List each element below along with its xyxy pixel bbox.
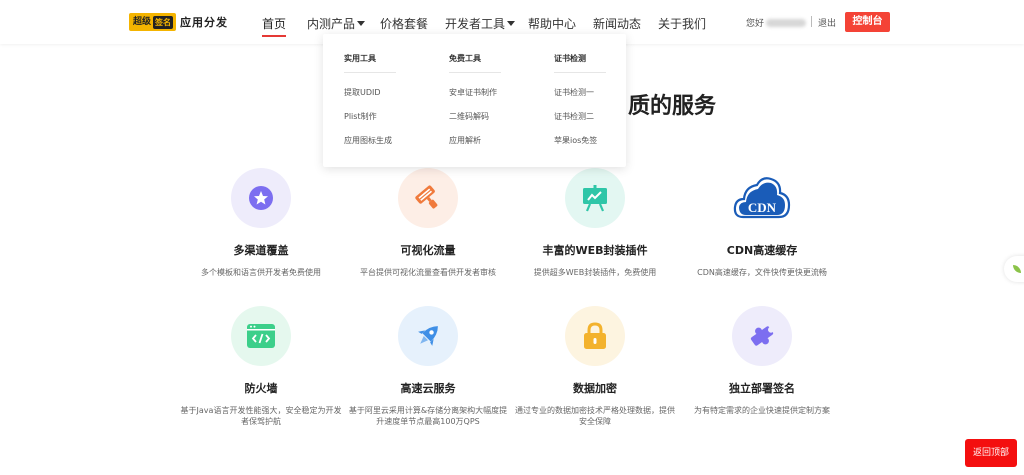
feature-card: CDN CDN高速缓存 CDN高速缓存，文件快传更快更流畅 — [677, 168, 847, 278]
nav-about[interactable]: 关于我们 — [658, 15, 706, 32]
dropdown-link-android-cert[interactable]: 安卓证书制作 — [449, 87, 529, 111]
dropdown-column-free-tools: 免费工具 安卓证书制作 二维码解码 应用解析 — [449, 53, 529, 159]
dropdown-link-cert-check-1[interactable]: 证书检测一 — [554, 87, 634, 111]
console-button[interactable]: 控制台 — [845, 12, 890, 32]
feature-desc: 基于阿里云采用计算&存储分离架构大幅度提升速度单节点最高100万QPS — [348, 406, 508, 426]
nav-help-center[interactable]: 帮助中心 — [528, 15, 576, 32]
feature-desc: 提供超多WEB封装插件，免费使用 — [533, 268, 657, 277]
user-greeting: 您好 — [746, 16, 807, 29]
section-title: 质的服务 — [628, 94, 717, 119]
dropdown-heading: 免费工具 — [449, 53, 501, 73]
presentation-icon — [565, 168, 625, 228]
feature-desc: 通过专业的数据加密技术严格处理数据，提供安全保障 — [515, 406, 675, 426]
rocket-icon — [398, 306, 458, 366]
feature-card: 防火墙 基于Java语言开发性能强大，安全稳定为开发者保驾护航 — [176, 306, 346, 427]
dropdown-link-cert-check-2[interactable]: 证书检测二 — [554, 111, 634, 135]
nav-developer-tools[interactable]: 开发者工具 — [445, 15, 516, 32]
leaf-icon — [1013, 265, 1021, 273]
feature-desc: 基于Java语言开发性能强大，安全稳定为开发者保驾护航 — [180, 406, 342, 426]
nav-beta-products-label: 内测产品 — [307, 17, 356, 31]
nav-help-center-label: 帮助中心 — [528, 17, 577, 31]
feature-card: 多渠道覆盖 多个模板和语言供开发者免费使用 — [176, 168, 346, 278]
feature-title: CDN高速缓存 — [726, 244, 798, 257]
caret-down-icon — [357, 21, 366, 26]
logout-link[interactable]: 退出 — [818, 16, 836, 29]
feature-desc: 平台提供可视化流量查看供开发者审核 — [360, 268, 496, 277]
caret-down-icon — [507, 21, 516, 26]
logo-badge-text: 超级 — [133, 17, 152, 27]
greeting-text: 您好 — [746, 19, 765, 29]
nav-beta-products[interactable]: 内测产品 — [307, 15, 366, 32]
feature-title: 数据加密 — [573, 382, 617, 395]
back-to-top-button[interactable]: 返回顶部 — [965, 439, 1017, 467]
dropdown-column-cert-check: 证书检测 证书检测一 证书检测二 苹果ios免签 — [554, 53, 634, 159]
feature-desc: 多个模板和语言供开发者免费使用 — [201, 268, 321, 277]
feature-title: 高速云服务 — [400, 382, 456, 395]
logo-badge-inner: 签名 — [153, 15, 174, 29]
developer-tools-dropdown: 实用工具 提取UDID Plist制作 应用图标生成 免费工具 安卓证书制作 二… — [323, 34, 626, 167]
divider — [811, 16, 812, 27]
username-redacted — [766, 19, 807, 27]
logo-text: 应用分发 — [180, 16, 229, 29]
logo-badge: 超级 签名 — [129, 13, 177, 31]
feature-card: 丰富的WEB封装插件 提供超多WEB封装插件，免费使用 — [510, 168, 680, 278]
dropdown-link-app-parse[interactable]: 应用解析 — [449, 135, 529, 159]
feature-title: 防火墙 — [244, 382, 278, 395]
feature-title: 丰富的WEB封装插件 — [542, 244, 648, 257]
nav-news-label: 新闻动态 — [593, 17, 642, 31]
dropdown-link-ios-no-sign[interactable]: 苹果ios免签 — [554, 135, 634, 159]
paint-roller-icon — [398, 168, 458, 228]
nav-home-label: 首页 — [262, 17, 287, 31]
puzzle-icon — [732, 306, 792, 366]
feature-desc: 为有特定需求的企业快速提供定制方案 — [694, 406, 830, 415]
nav-developer-tools-label: 开发者工具 — [445, 17, 506, 31]
logo[interactable]: 超级 签名 应用分发 — [129, 13, 228, 31]
feature-title: 可视化流量 — [400, 244, 456, 257]
dropdown-link-qr-decode[interactable]: 二维码解码 — [449, 111, 529, 135]
code-window-icon — [231, 306, 291, 366]
star-icon — [231, 168, 291, 228]
dropdown-link-extract-udid[interactable]: 提取UDID — [344, 87, 424, 111]
nav-news[interactable]: 新闻动态 — [593, 15, 641, 32]
nav-about-label: 关于我们 — [658, 17, 707, 31]
dropdown-link-plist[interactable]: Plist制作 — [344, 111, 424, 135]
lock-icon — [565, 306, 625, 366]
dropdown-heading: 证书检测 — [554, 53, 606, 73]
nav-pricing[interactable]: 价格套餐 — [380, 15, 428, 32]
feature-title: 多渠道覆盖 — [233, 244, 289, 257]
cdn-cloud-icon: CDN — [732, 168, 792, 228]
feature-card: 可视化流量 平台提供可视化流量查看供开发者审核 — [343, 168, 513, 278]
dropdown-link-app-icon[interactable]: 应用图标生成 — [344, 135, 424, 159]
dropdown-column-utilities: 实用工具 提取UDID Plist制作 应用图标生成 — [344, 53, 424, 159]
nav-pricing-label: 价格套餐 — [380, 17, 429, 31]
feature-desc: CDN高速缓存，文件快传更快更流畅 — [697, 268, 827, 277]
svg-text:CDN: CDN — [748, 200, 777, 215]
feature-card: 高速云服务 基于阿里云采用计算&存储分离架构大幅度提升速度单节点最高100万QP… — [343, 306, 513, 427]
feature-title: 独立部署签名 — [729, 382, 795, 395]
side-float-tab[interactable] — [1004, 256, 1024, 282]
dropdown-heading: 实用工具 — [344, 53, 396, 73]
feature-card: 数据加密 通过专业的数据加密技术严格处理数据，提供安全保障 — [510, 306, 680, 427]
nav-home[interactable]: 首页 — [262, 15, 287, 37]
feature-card: 独立部署签名 为有特定需求的企业快速提供定制方案 — [677, 306, 847, 416]
